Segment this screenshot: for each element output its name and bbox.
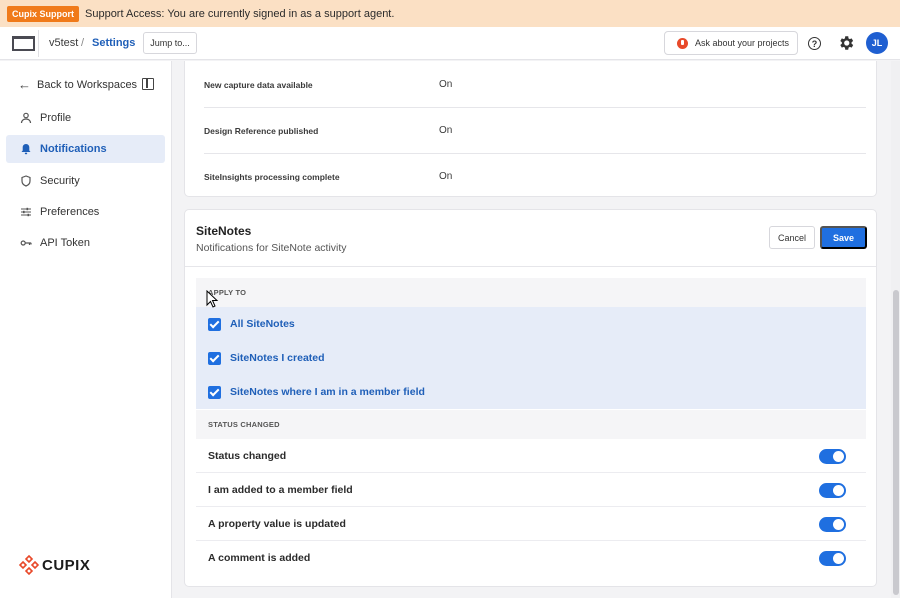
sidebar-item-security[interactable]: Security	[6, 167, 165, 195]
setting-value: On	[439, 79, 453, 90]
support-badge: Cupix Support	[7, 5, 79, 22]
save-button[interactable]: Save	[820, 226, 867, 249]
toggle-label: A property value is updated	[208, 517, 346, 530]
breadcrumb-settings[interactable]: Settings	[92, 37, 135, 49]
apply-option-member[interactable]: SiteNotes where I am in a member field	[196, 375, 866, 409]
brand-wordmark: CUPIX	[42, 556, 91, 574]
main-content: New capture data available On Design Ref…	[172, 61, 891, 598]
back-label: Back to Workspaces	[37, 78, 138, 91]
toggle-switch-on[interactable]	[819, 517, 846, 532]
arrow-left-icon: ←	[18, 77, 31, 92]
breadcrumb-separator: /	[81, 37, 85, 49]
cancel-button[interactable]: Cancel	[769, 226, 815, 249]
apply-option-all[interactable]: All SiteNotes	[196, 307, 866, 341]
setting-label: New capture data available	[204, 80, 313, 90]
key-icon	[20, 237, 32, 249]
checkbox-checked-icon[interactable]	[208, 385, 221, 399]
card-subtitle: Notifications for SiteNote activity	[196, 242, 347, 254]
shield-icon	[20, 175, 32, 187]
setting-row[interactable]: SiteInsights processing complete On	[204, 154, 866, 200]
toggle-row-member-added[interactable]: I am added to a member field	[196, 473, 866, 507]
card-divider	[185, 266, 876, 267]
checkbox-label: SiteNotes where I am in a member field	[230, 386, 425, 398]
setting-label: SiteInsights processing complete	[204, 172, 340, 182]
header-divider	[38, 30, 39, 57]
app-logo-icon[interactable]	[12, 36, 35, 51]
cupix-mark-icon	[19, 555, 39, 575]
setting-label: Design Reference published	[204, 126, 319, 136]
back-to-workspaces-link[interactable]: ← Back to Workspaces	[18, 77, 137, 92]
gear-icon[interactable]	[837, 34, 855, 52]
toggle-label: A comment is added	[208, 552, 311, 564]
person-icon	[20, 112, 32, 124]
toggle-label: I am added to a member field	[208, 483, 353, 496]
ai-assistant-icon	[677, 37, 688, 49]
top-header: v5test / Settings Jump to... Ask about y…	[0, 27, 900, 60]
setting-value: On	[439, 171, 453, 182]
breadcrumb-workspace[interactable]: v5test	[49, 37, 78, 49]
sidebar-item-label: Preferences	[40, 206, 100, 218]
settings-sidebar: ← Back to Workspaces Profile Notificatio…	[0, 61, 172, 598]
toggle-switch-on[interactable]	[819, 449, 846, 464]
toggle-row-comment-added[interactable]: A comment is added	[196, 541, 866, 575]
toggle-switch-on[interactable]	[819, 483, 846, 498]
checkbox-label: SiteNotes I created	[230, 352, 325, 364]
help-icon[interactable]: ?	[808, 37, 821, 50]
toggle-switch-on[interactable]	[819, 551, 846, 566]
jump-to-button[interactable]: Jump to...	[143, 32, 197, 54]
sidebar-item-label: Notifications	[40, 143, 107, 155]
checkbox-checked-icon[interactable]	[208, 351, 221, 365]
sidebar-item-api-token[interactable]: API Token	[6, 229, 165, 257]
sidebar-item-label: Security	[40, 175, 80, 187]
ask-projects-button[interactable]: Ask about your projects	[664, 31, 798, 55]
user-avatar[interactable]: JL	[866, 32, 888, 54]
checkbox-checked-icon[interactable]	[208, 317, 221, 331]
cupix-logo: CUPIX	[19, 555, 90, 575]
setting-value: On	[439, 125, 453, 136]
sidebar-item-preferences[interactable]: Preferences	[6, 198, 165, 226]
capture-notifications-card: New capture data available On Design Ref…	[184, 61, 877, 197]
setting-row[interactable]: New capture data available On	[204, 62, 866, 108]
collapse-sidebar-icon[interactable]	[142, 78, 154, 90]
card-title: SiteNotes	[196, 224, 252, 238]
sliders-icon	[20, 206, 32, 218]
checkbox-label: All SiteNotes	[230, 318, 295, 330]
toggle-label: Status changed	[208, 449, 287, 462]
mouse-cursor-icon	[206, 290, 219, 308]
sidebar-item-profile[interactable]: Profile	[6, 104, 165, 132]
apply-option-created[interactable]: SiteNotes I created	[196, 341, 866, 375]
sidebar-item-label: Profile	[40, 112, 72, 124]
sidebar-item-notifications[interactable]: Notifications	[6, 135, 165, 163]
toggle-row-status-changed[interactable]: Status changed	[196, 439, 866, 473]
main-scrollbar-thumb[interactable]	[893, 290, 899, 595]
status-changed-header: STATUS CHANGED	[196, 410, 866, 439]
sitenotes-card: SiteNotes Notifications for SiteNote act…	[184, 209, 877, 587]
apply-to-header: APPLY TO	[196, 278, 866, 307]
bell-icon	[20, 143, 32, 155]
support-message: Support Access: You are currently signed…	[85, 7, 395, 20]
support-banner: Cupix Support Support Access: You are cu…	[0, 0, 900, 27]
toggle-row-property-updated[interactable]: A property value is updated	[196, 507, 866, 541]
ask-projects-label: Ask about your projects	[695, 38, 790, 48]
sidebar-item-label: API Token	[40, 237, 90, 249]
setting-row[interactable]: Design Reference published On	[204, 108, 866, 154]
